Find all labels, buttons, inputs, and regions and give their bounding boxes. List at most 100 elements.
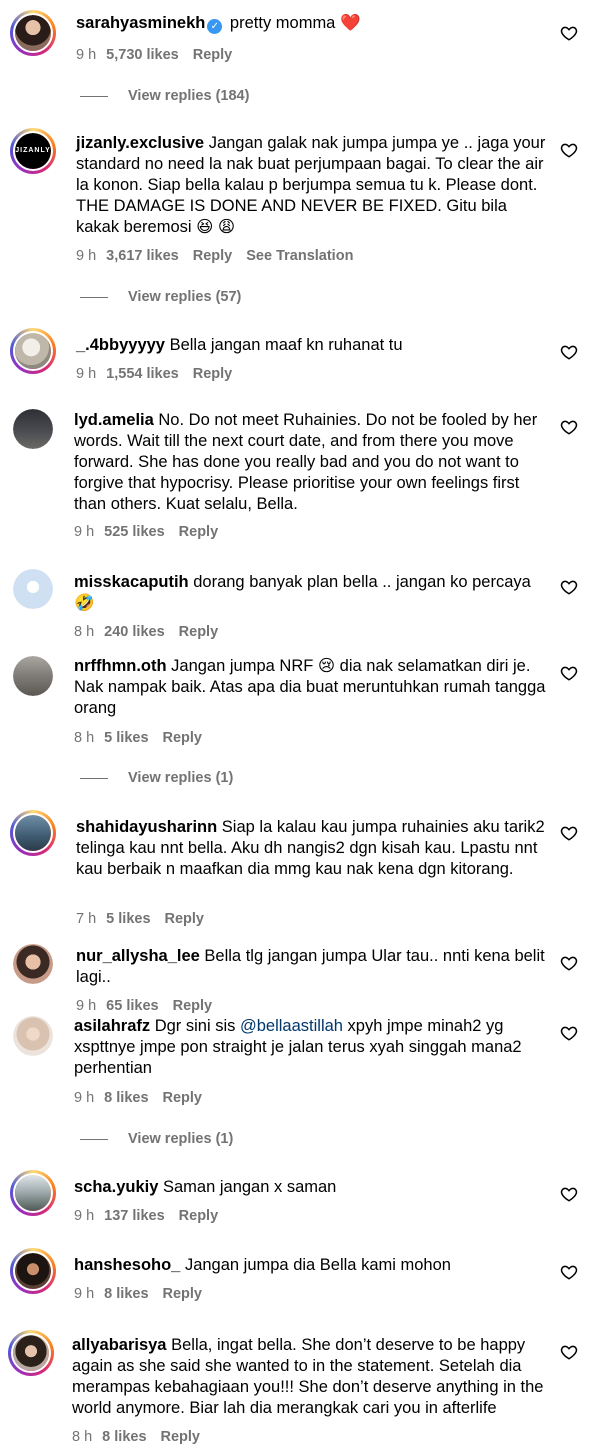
- view-replies-button[interactable]: View replies (57): [80, 289, 241, 305]
- heart-outline-icon[interactable]: [560, 141, 578, 159]
- view-replies-button[interactable]: View replies (184): [80, 88, 249, 104]
- comment-body: _.4bbyyyyy Bella jangan maaf kn ruhanat …: [76, 335, 550, 356]
- likes-count[interactable]: 1,554 likes: [106, 366, 179, 382]
- username[interactable]: misskacaputih: [74, 573, 189, 591]
- avatar[interactable]: [8, 1330, 54, 1376]
- avatar[interactable]: [10, 1170, 56, 1216]
- divider: [80, 95, 108, 97]
- heart-outline-icon[interactable]: [560, 578, 578, 596]
- username[interactable]: lyd.amelia: [74, 411, 154, 429]
- comment-body: scha.yukiy Saman jangan x saman: [74, 1177, 550, 1198]
- reply-button[interactable]: Reply: [193, 248, 233, 264]
- heart-outline-icon[interactable]: [560, 24, 578, 42]
- mention-link[interactable]: @bellaastillah: [240, 1017, 343, 1035]
- comment-text-before: Dgr sini sis: [154, 1017, 240, 1035]
- reply-button[interactable]: Reply: [163, 1286, 203, 1302]
- username[interactable]: jizanly.exclusive: [76, 134, 204, 152]
- comment-meta: 8 h 240 likes Reply: [74, 624, 232, 640]
- avatar[interactable]: [10, 810, 56, 856]
- likes-count[interactable]: 5 likes: [104, 730, 148, 746]
- username[interactable]: nrffhmn.oth: [74, 657, 167, 675]
- avatar[interactable]: [10, 10, 56, 56]
- comment-text: pretty momma ❤️: [229, 14, 361, 32]
- comment-body: nur_allysha_lee Bella tlg jangan jumpa U…: [76, 946, 550, 988]
- timestamp[interactable]: 9 h: [74, 1286, 94, 1302]
- avatar-logo: JIZANLY: [15, 133, 51, 169]
- comment-body: lyd.amelia No. Do not meet Ruhainies. Do…: [74, 410, 550, 515]
- see-translation-button[interactable]: See Translation: [246, 248, 353, 264]
- timestamp[interactable]: 9 h: [76, 366, 96, 382]
- comment-meta: 9 h 1,554 likes Reply: [76, 366, 246, 382]
- heart-outline-icon[interactable]: [560, 1263, 578, 1281]
- divider: [80, 777, 108, 779]
- comment-meta: 9 h 137 likes Reply: [74, 1208, 232, 1224]
- heart-outline-icon[interactable]: [560, 343, 578, 361]
- reply-button[interactable]: Reply: [173, 998, 213, 1014]
- avatar[interactable]: [13, 944, 53, 984]
- reply-button[interactable]: Reply: [179, 624, 219, 640]
- username[interactable]: asilahrafz: [74, 1017, 150, 1035]
- view-replies-label: View replies (1): [128, 1131, 234, 1147]
- comment-meta: 9 h 8 likes Reply: [74, 1090, 216, 1106]
- heart-outline-icon[interactable]: [560, 1343, 578, 1361]
- comment-body: hanshesoho_ Jangan jumpa dia Bella kami …: [74, 1255, 550, 1276]
- divider: [80, 1138, 108, 1140]
- heart-outline-icon[interactable]: [560, 418, 578, 436]
- timestamp[interactable]: 9 h: [76, 248, 96, 264]
- avatar[interactable]: [10, 1248, 56, 1294]
- heart-outline-icon[interactable]: [560, 1185, 578, 1203]
- avatar[interactable]: [13, 569, 53, 609]
- username[interactable]: allyabarisya: [72, 1336, 167, 1354]
- timestamp[interactable]: 8 h: [72, 1429, 92, 1445]
- view-replies-label: View replies (1): [128, 770, 234, 786]
- likes-count[interactable]: 240 likes: [104, 624, 164, 640]
- timestamp[interactable]: 7 h: [76, 911, 96, 927]
- reply-button[interactable]: Reply: [193, 366, 233, 382]
- reply-button[interactable]: Reply: [179, 524, 219, 540]
- heart-outline-icon[interactable]: [560, 824, 578, 842]
- likes-count[interactable]: 525 likes: [104, 524, 164, 540]
- reply-button[interactable]: Reply: [165, 911, 205, 927]
- avatar[interactable]: [13, 656, 53, 696]
- likes-count[interactable]: 3,617 likes: [106, 248, 179, 264]
- reply-button[interactable]: Reply: [163, 730, 203, 746]
- timestamp[interactable]: 9 h: [74, 524, 94, 540]
- timestamp[interactable]: 9 h: [74, 1090, 94, 1106]
- timestamp[interactable]: 9 h: [76, 47, 96, 63]
- reply-button[interactable]: Reply: [179, 1208, 219, 1224]
- heart-outline-icon[interactable]: [560, 954, 578, 972]
- timestamp[interactable]: 8 h: [74, 624, 94, 640]
- heart-outline-icon[interactable]: [560, 1024, 578, 1042]
- comment-meta: 9 h 525 likes Reply: [74, 524, 232, 540]
- username[interactable]: hanshesoho_: [74, 1256, 180, 1274]
- username[interactable]: shahidayusharinn: [76, 818, 217, 836]
- avatar[interactable]: [13, 409, 53, 449]
- comment-body: jizanly.exclusive Jangan galak nak jumpa…: [76, 133, 550, 238]
- avatar[interactable]: [10, 328, 56, 374]
- likes-count[interactable]: 8 likes: [104, 1090, 148, 1106]
- username[interactable]: sarahyasminekh: [76, 14, 205, 32]
- reply-button[interactable]: Reply: [193, 47, 233, 63]
- comment-body: asilahrafz Dgr sini sis @bellaastillah x…: [74, 1016, 550, 1079]
- reply-button[interactable]: Reply: [161, 1429, 201, 1445]
- likes-count[interactable]: 8 likes: [104, 1286, 148, 1302]
- timestamp[interactable]: 9 h: [76, 998, 96, 1014]
- comment-meta: 7 h 5 likes Reply: [76, 911, 218, 927]
- username[interactable]: nur_allysha_lee: [76, 947, 200, 965]
- heart-outline-icon[interactable]: [560, 664, 578, 682]
- view-replies-button[interactable]: View replies (1): [80, 1131, 233, 1147]
- username[interactable]: scha.yukiy: [74, 1178, 158, 1196]
- likes-count[interactable]: 137 likes: [104, 1208, 164, 1224]
- timestamp[interactable]: 8 h: [74, 730, 94, 746]
- reply-button[interactable]: Reply: [163, 1090, 203, 1106]
- username[interactable]: _.4bbyyyyy: [76, 336, 165, 354]
- view-replies-button[interactable]: View replies (1): [80, 770, 233, 786]
- avatar[interactable]: JIZANLY: [10, 128, 56, 174]
- avatar[interactable]: [13, 1016, 53, 1056]
- timestamp[interactable]: 9 h: [74, 1208, 94, 1224]
- likes-count[interactable]: 65 likes: [106, 998, 158, 1014]
- likes-count[interactable]: 8 likes: [102, 1429, 146, 1445]
- likes-count[interactable]: 5,730 likes: [106, 47, 179, 63]
- comment-text: Bella jangan maaf kn ruhanat tu: [169, 336, 403, 354]
- likes-count[interactable]: 5 likes: [106, 911, 150, 927]
